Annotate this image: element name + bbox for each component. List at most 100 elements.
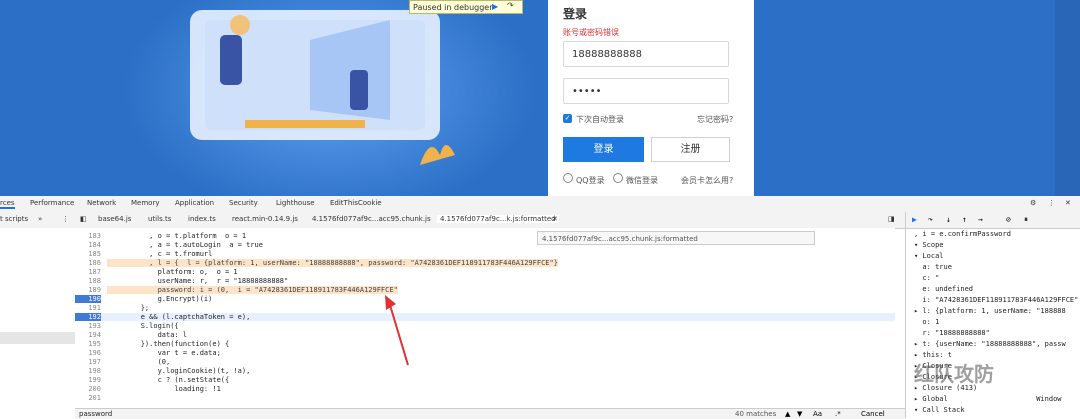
line-number[interactable]: 191 — [75, 304, 101, 312]
line-number[interactable]: 183 — [75, 232, 101, 240]
deactivate-breakpoints-icon[interactable]: ⊘ — [1006, 215, 1011, 224]
code-text: }).then(function(e) { — [107, 340, 230, 348]
line-number[interactable]: 188 — [75, 277, 101, 285]
line-number[interactable]: 185 — [75, 250, 101, 258]
next-match-icon[interactable]: ▼ — [797, 410, 802, 418]
close-tab-icon[interactable]: ✕ — [552, 215, 558, 223]
line-number[interactable]: 187 — [75, 268, 101, 276]
code-line[interactable]: 197 (0, — [75, 358, 895, 366]
line-number[interactable]: 200 — [75, 385, 101, 393]
left-nav-label[interactable]: t scripts — [0, 215, 28, 223]
scope-row[interactable]: i: "A7428361DEF118911783F446A129FFCE" — [914, 296, 1078, 305]
login-button[interactable]: 登录 — [563, 137, 644, 162]
register-button[interactable]: 注册 — [651, 137, 730, 162]
member-card-link[interactable]: 会员卡怎么用? — [681, 175, 733, 186]
phone-input[interactable]: 18888888888 — [563, 41, 729, 67]
gear-icon[interactable]: ⚙ — [1030, 199, 1036, 207]
tab-memory[interactable]: Memory — [131, 199, 159, 207]
file-tab-react[interactable]: react.min-0.14.9.js — [232, 215, 298, 223]
step-out-icon[interactable]: ↑ — [962, 215, 967, 224]
password-input[interactable]: ••••• — [563, 78, 729, 104]
line-number[interactable]: 199 — [75, 376, 101, 384]
tab-editthiscookie[interactable]: EditThisCookie — [330, 199, 382, 207]
scope-row[interactable]: , i = e.confirmPassword — [914, 230, 1011, 239]
match-case-button[interactable]: Aa — [813, 410, 822, 418]
scope-row[interactable]: e: undefined — [914, 285, 973, 294]
code-line[interactable]: 186 , l = { l = {platform: 1, userName: … — [75, 259, 895, 268]
resume-button-icon[interactable]: ▶ — [912, 215, 917, 224]
step-into-icon[interactable]: ↓ — [946, 215, 951, 224]
code-line[interactable]: 193 S.login({ — [75, 322, 895, 330]
code-line[interactable]: 188 userName: r, r = "18888888888" — [75, 277, 895, 285]
tab-security[interactable]: Security — [229, 199, 258, 207]
tab-lighthouse[interactable]: Lighthouse — [276, 199, 315, 207]
toggle-navigator-icon[interactable]: ◧ — [80, 215, 87, 223]
line-number[interactable]: 201 — [75, 394, 101, 402]
code-line[interactable]: 191 }; — [75, 304, 895, 312]
wechat-login-link[interactable]: 微信登录 — [626, 175, 658, 186]
step-icon[interactable]: → — [978, 215, 983, 224]
navigator-selected-row[interactable] — [0, 332, 75, 344]
line-number[interactable]: 197 — [75, 358, 101, 366]
resume-icon[interactable]: ▶ — [492, 2, 498, 11]
menu-icon[interactable]: ⋮ — [62, 215, 69, 223]
chevron-right-icon[interactable]: » — [38, 215, 42, 223]
line-number[interactable]: 198 — [75, 367, 101, 375]
code-line[interactable]: 198 y.loginCookie)(t, !a), — [75, 367, 895, 375]
prev-match-icon[interactable]: ▲ — [785, 410, 790, 418]
code-line[interactable]: 187 platform: o, o = 1 — [75, 268, 895, 276]
scope-row[interactable]: ▾ Scope — [914, 241, 944, 250]
code-line[interactable]: 200 loading: !1 — [75, 385, 895, 393]
step-over-icon[interactable]: ↷ — [507, 1, 514, 10]
code-line[interactable]: 194 data: l — [75, 331, 895, 339]
code-line[interactable]: 190 g.Encrypt)(i) — [75, 295, 895, 304]
file-tab-index[interactable]: index.ts — [188, 215, 216, 223]
collapse-icon[interactable]: ◨ — [888, 215, 895, 223]
scope-row[interactable]: r: "18888888888" — [914, 329, 989, 338]
line-number[interactable]: 194 — [75, 331, 101, 339]
tab-application[interactable]: Application — [175, 199, 214, 207]
line-number[interactable]: 193 — [75, 322, 101, 330]
more-icon[interactable]: ⋮ — [1048, 199, 1055, 207]
wechat-icon[interactable] — [613, 173, 623, 183]
file-tab-utils[interactable]: utils.ts — [148, 215, 171, 223]
auto-login-checkbox[interactable]: ✓ — [563, 114, 572, 123]
pause-exceptions-icon[interactable]: ⏸ — [1024, 215, 1028, 225]
tab-network[interactable]: Network — [87, 199, 116, 207]
tab-sources[interactable]: rces — [0, 199, 15, 209]
file-tab-formatted[interactable]: 4.1576fd077af9c...k.js:formatted — [437, 215, 559, 223]
scope-row[interactable]: ▸ l: {platform: 1, userName: "188888 — [914, 307, 1066, 316]
line-number[interactable]: 196 — [75, 349, 101, 357]
code-line[interactable]: 195 }).then(function(e) { — [75, 340, 895, 348]
scope-row[interactable]: a: true — [914, 263, 952, 272]
scope-row[interactable]: ▸ Global Window — [914, 395, 1062, 404]
scope-row[interactable]: ▸ t: {userName: "18888888888", passw — [914, 340, 1066, 349]
search-input[interactable]: password — [79, 410, 112, 418]
code-line[interactable]: 196 var t = e.data; — [75, 349, 895, 357]
code-line[interactable]: 185 , c = t.fromurl — [75, 250, 895, 258]
forgot-password-link[interactable]: 忘记密码? — [697, 114, 733, 125]
line-number[interactable]: 189 — [75, 286, 101, 294]
tab-performance[interactable]: Performance — [30, 199, 74, 207]
line-number[interactable]: 184 — [75, 241, 101, 249]
close-icon[interactable]: ✕ — [1065, 199, 1071, 207]
step-over-button-icon[interactable]: ↷ — [928, 215, 933, 224]
code-line[interactable]: 201 — [75, 394, 895, 402]
scope-row[interactable]: o: 1 — [914, 318, 939, 327]
code-line[interactable]: 192 e && (l.captchaToken = e), — [75, 313, 895, 322]
line-number[interactable]: 195 — [75, 340, 101, 348]
file-tab-base64[interactable]: base64.js — [98, 215, 131, 223]
cancel-button[interactable]: Cancel — [861, 410, 885, 418]
code-line[interactable]: 189 password: i = (0, i = "A7428361DEF11… — [75, 286, 895, 295]
regex-button[interactable]: .* — [835, 410, 841, 418]
code-line[interactable]: 199 c ? (n.setState({ — [75, 376, 895, 384]
qq-login-link[interactable]: QQ登录 — [576, 175, 605, 186]
file-tab-chunk[interactable]: 4.1576fd077af9c...acc95.chunk.js — [312, 215, 431, 223]
scope-row[interactable]: ▾ Call Stack — [914, 406, 965, 415]
line-number[interactable]: 192 — [75, 313, 101, 322]
scope-row[interactable]: c: " — [914, 274, 939, 283]
scope-row[interactable]: ▾ Local — [914, 252, 944, 261]
line-number[interactable]: 186 — [75, 259, 101, 267]
line-number[interactable]: 190 — [75, 295, 101, 304]
qq-icon[interactable] — [563, 173, 573, 183]
